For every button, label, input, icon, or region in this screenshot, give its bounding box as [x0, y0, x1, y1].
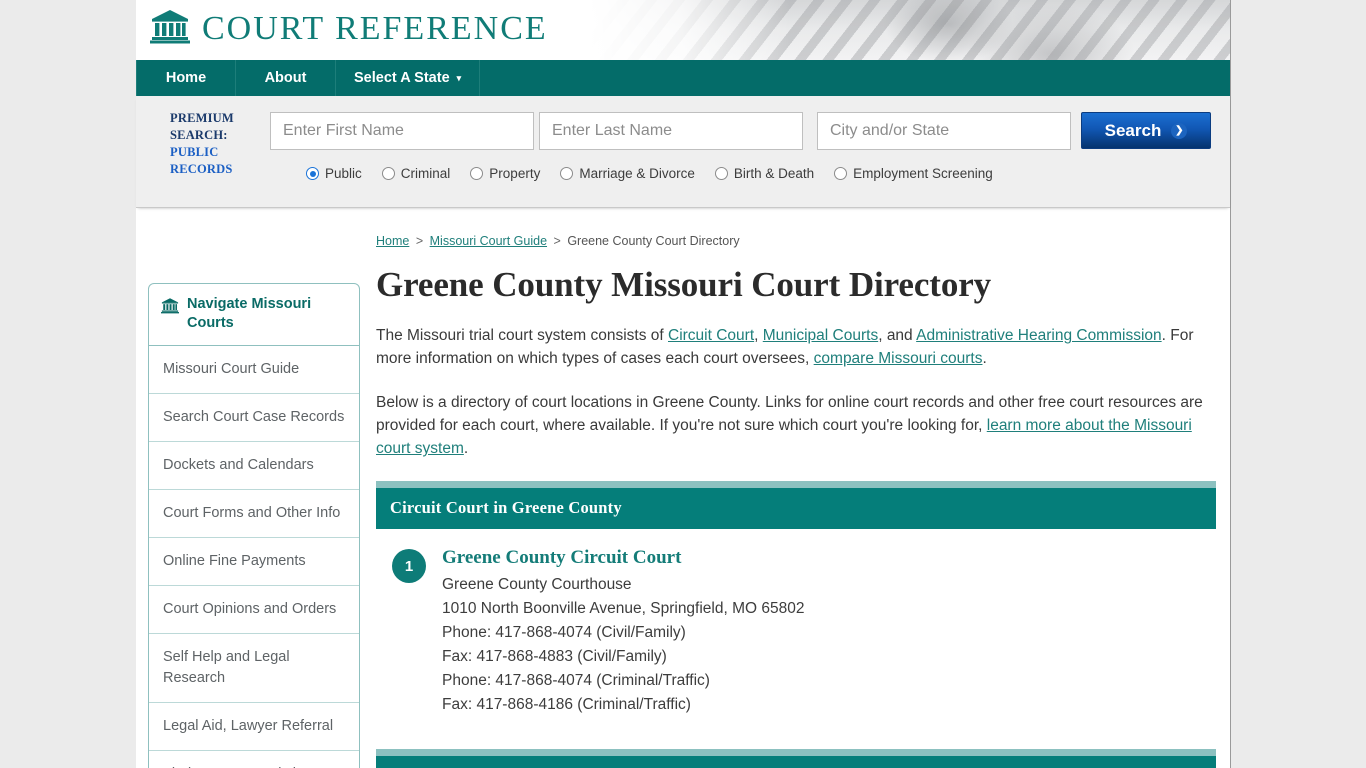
radio-property[interactable]: Property — [470, 166, 540, 181]
sidebar-header: Navigate Missouri Courts — [149, 284, 359, 346]
premium-search-label-line3: PUBLIC — [170, 145, 219, 159]
radio-criminal[interactable]: Criminal — [381, 166, 451, 181]
section-accent-bar — [376, 749, 1216, 757]
section-accent-bar — [376, 481, 1216, 489]
search-button-label: Search — [1104, 120, 1162, 140]
page-root: COURT REFERENCE Home About Select A Stat… — [0, 0, 1366, 768]
link-compare-missouri-courts[interactable]: compare Missouri courts — [814, 350, 983, 367]
intro-paragraph-1: The Missouri trial court system consists… — [376, 324, 1216, 370]
court-listing: 1 Greene County Circuit Court Greene Cou… — [376, 529, 1216, 731]
nav-item-select-a-state[interactable]: Select A State ▾ — [336, 60, 481, 96]
nav-item-home[interactable]: Home — [136, 60, 236, 96]
radio-employment-screening[interactable]: Employment Screening — [834, 166, 993, 181]
intro1-text-2: , — [754, 327, 763, 345]
sidebar-item-search-court-case-records[interactable]: Search Court Case Records — [149, 394, 359, 442]
sidebar-item-missouri-court-guide[interactable]: Missouri Court Guide — [149, 346, 359, 394]
breadcrumb-home[interactable]: Home — [376, 234, 409, 248]
intro1-text-5: . — [982, 350, 987, 368]
section-municipal-courts-heading: Municipal Courts in Greene County — [376, 756, 1216, 768]
radio-property-label: Property — [489, 166, 541, 181]
breadcrumb: Home > Missouri Court Guide > Greene Cou… — [376, 228, 1216, 248]
intro2-text-2: . — [463, 440, 469, 458]
court-details: Greene County Circuit Court Greene Count… — [442, 547, 804, 717]
sidebar-item-self-help-and-legal-research[interactable]: Self Help and Legal Research — [149, 634, 359, 703]
sidebar-item-court-forms-and-other-info[interactable]: Court Forms and Other Info — [149, 490, 359, 538]
sidebar-item-dockets-and-calendars[interactable]: Dockets and Calendars — [149, 442, 359, 490]
radio-employment-screening-dot — [834, 167, 848, 180]
column-photo-banner — [590, 0, 1230, 60]
section-circuit-court-heading: Circuit Court in Greene County — [376, 488, 1216, 530]
brand-title: COURT REFERENCE — [202, 9, 548, 47]
intro-paragraph-2: Below is a directory of court locations … — [376, 391, 1216, 460]
court-fax-line: Fax: 417-868-4883 (Civil/Family) — [442, 648, 667, 666]
sidebar-header-label: Navigate Missouri Courts — [187, 296, 312, 331]
radio-birth-death-dot — [714, 167, 728, 180]
radio-marriage-divorce-dot — [560, 167, 574, 180]
breadcrumb-separator-1: > — [415, 234, 424, 248]
site-logo[interactable]: COURT REFERENCE — [150, 8, 548, 49]
section-municipal-courts: Municipal Courts in Greene County — [376, 749, 1216, 768]
premium-search-label-line2: SEARCH: — [170, 128, 228, 142]
nav-item-about[interactable]: About — [236, 60, 336, 96]
radio-criminal-dot — [381, 167, 395, 180]
premium-search-bar: PREMIUM SEARCH: PUBLIC RECORDS Search ❯ … — [136, 96, 1230, 208]
page-title: Greene County Missouri Court Directory — [376, 265, 992, 304]
intro1-text-3: , and — [878, 327, 917, 345]
courthouse-icon — [150, 8, 190, 49]
masthead: COURT REFERENCE — [136, 0, 1230, 60]
main-column: Home > Missouri Court Guide > Greene Cou… — [360, 228, 1230, 768]
radio-marriage-divorce-label: Marriage & Divorce — [579, 166, 695, 181]
sidebar-item-online-fine-payments[interactable]: Online Fine Payments — [149, 538, 359, 586]
last-name-input[interactable] — [539, 112, 803, 150]
courthouse-icon — [161, 295, 179, 314]
record-type-radio-group: Public Criminal Property Marriage & Divo… — [306, 166, 993, 181]
first-name-input[interactable] — [270, 112, 534, 150]
radio-public-label: Public — [325, 166, 362, 181]
radio-employment-screening-label: Employment Screening — [853, 166, 993, 181]
chevron-right-icon: ❯ — [1171, 122, 1188, 139]
chevron-down-icon: ▾ — [456, 72, 462, 83]
link-circuit-court[interactable]: Circuit Court — [668, 327, 754, 344]
link-administrative-hearing-commission[interactable]: Administrative Hearing Commission — [916, 327, 1162, 344]
sidebar-item-find-court-records-by-county[interactable]: Find Court Records by Missouri County — [149, 751, 359, 768]
nav-item-select-a-state-label: Select A State — [354, 70, 450, 86]
content-area: Navigate Missouri Courts Missouri Court … — [136, 208, 1230, 768]
section-circuit-court: Circuit Court in Greene County 1 Greene … — [376, 481, 1216, 731]
court-phone-line: Phone: 417-868-4074 (Criminal/Traffic) — [442, 672, 710, 690]
radio-marriage-divorce[interactable]: Marriage & Divorce — [560, 166, 695, 181]
court-fax-line: Fax: 417-868-4186 (Criminal/Traffic) — [442, 696, 691, 714]
nav-item-about-label: About — [264, 70, 307, 86]
breadcrumb-current: Greene County Court Directory — [567, 234, 740, 248]
site-container: COURT REFERENCE Home About Select A Stat… — [136, 0, 1231, 768]
radio-public[interactable]: Public — [306, 166, 362, 181]
nav-item-home-label: Home — [165, 70, 207, 86]
court-number-badge: 1 — [392, 549, 426, 584]
radio-criminal-label: Criminal — [400, 166, 451, 181]
city-state-input[interactable] — [817, 112, 1071, 150]
premium-search-label-line4: RECORDS — [170, 162, 233, 176]
court-address-line: Greene County Courthouse — [442, 576, 632, 594]
main-navigation: Home About Select A State ▾ — [136, 60, 1230, 96]
intro1-text-1: The Missouri trial court system consists… — [376, 327, 668, 345]
sidebar-item-legal-aid-lawyer-referral[interactable]: Legal Aid, Lawyer Referral — [149, 703, 359, 751]
radio-birth-death[interactable]: Birth & Death — [714, 166, 815, 181]
search-button[interactable]: Search ❯ — [1081, 112, 1211, 149]
radio-property-dot — [470, 167, 484, 180]
sidebar-item-court-opinions-and-orders[interactable]: Court Opinions and Orders — [149, 586, 359, 634]
court-name-link[interactable]: Greene County Circuit Court — [442, 547, 804, 569]
breadcrumb-missouri-court-guide[interactable]: Missouri Court Guide — [430, 234, 547, 248]
court-address-line: 1010 North Boonville Avenue, Springfield… — [442, 600, 805, 618]
premium-search-label-line1: PREMIUM — [170, 111, 234, 125]
radio-birth-death-label: Birth & Death — [733, 166, 815, 181]
breadcrumb-separator-2: > — [553, 234, 561, 248]
court-phone-line: Phone: 417-868-4074 (Civil/Family) — [442, 624, 686, 642]
premium-search-label: PREMIUM SEARCH: PUBLIC RECORDS — [170, 110, 275, 178]
sidebar-navigation: Navigate Missouri Courts Missouri Court … — [148, 283, 360, 768]
radio-public-dot — [306, 167, 319, 180]
link-municipal-courts[interactable]: Municipal Courts — [763, 327, 878, 344]
